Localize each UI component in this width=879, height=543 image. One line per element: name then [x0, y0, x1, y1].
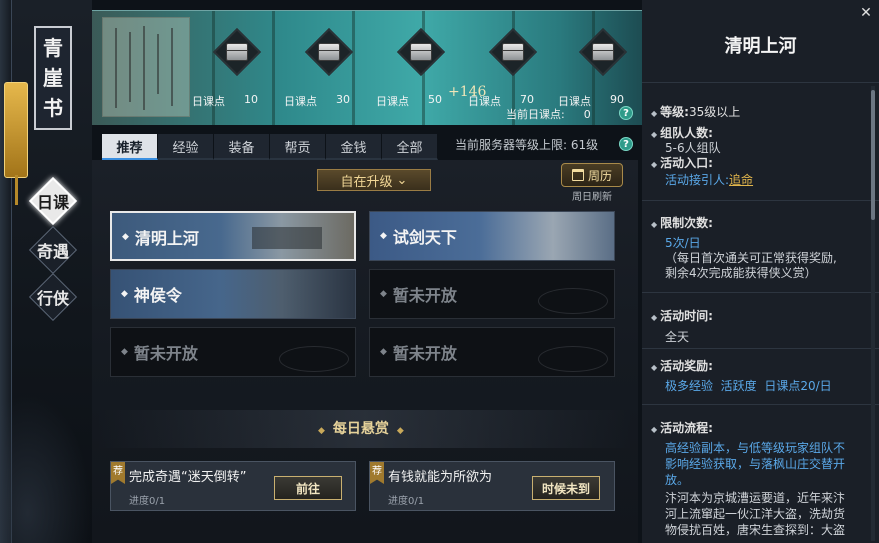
cloud-pattern [538, 288, 608, 314]
detail-flow-line: 汴河本为京城漕运要道，近年来汴 [665, 491, 846, 505]
chest-icon [318, 43, 340, 61]
activity-card[interactable]: ◆ 神侯令 [110, 269, 356, 319]
detail-title: 清明上河 [724, 36, 797, 57]
bullet-icon: ◆ [651, 220, 658, 229]
activity-card-locked: ◆ 暂未开放 [369, 327, 615, 377]
tab-all[interactable]: 全部 [382, 134, 438, 160]
mist-decoration [0, 393, 92, 543]
tab-guild-contribution[interactable]: 帮贡 [270, 134, 326, 160]
close-icon[interactable]: ✕ [858, 5, 874, 21]
calligraphy-scroll [102, 17, 190, 117]
chest-icon [502, 43, 524, 61]
detail-entry: 活动接引人:追命 [665, 173, 754, 187]
side-tab-encounter[interactable]: 奇遇 [28, 225, 78, 275]
milestone-chest[interactable]: 日课点 50 [376, 27, 466, 114]
help-icon[interactable]: ? [619, 137, 633, 151]
bullet-icon: ◆ [651, 425, 658, 434]
activity-card[interactable]: ◆ 试剑天下 [369, 211, 615, 261]
refresh-note: 周日刷新 [572, 192, 612, 203]
detail-limit-note: 剩余4次完成能获得侠义赏） [665, 266, 817, 280]
diamond-bullet-icon: ◆ [121, 347, 128, 357]
goto-button[interactable]: 前往 [274, 476, 342, 500]
milestone-chest[interactable]: 日课点 90 [558, 27, 642, 114]
detail-flow-line: 高经验副本，与低等级玩家组队不 [665, 441, 846, 455]
book-title: 青 崖 书 [34, 26, 72, 130]
bounty-title: ◆ 每日悬赏 ◆ [318, 421, 404, 437]
tab-money[interactable]: 金钱 [326, 134, 382, 160]
detail-flow-label: ◆ 活动流程: [651, 421, 713, 435]
bounty-item: 荐 有钱就能为所欲为 进度0/1 时候未到 [369, 461, 615, 511]
calendar-icon [571, 169, 584, 181]
cloud-pattern [538, 346, 608, 372]
detail-flow-line: 河上流窜起一伙江洋大盗，洗劫货 [665, 507, 846, 521]
ship-illustration [252, 227, 322, 249]
milestone-chest[interactable]: 日课点 70 [468, 27, 558, 114]
tab-experience[interactable]: 经验 [158, 134, 214, 160]
divider [642, 200, 879, 201]
side-tab-daily[interactable]: 日课 [28, 176, 78, 226]
not-yet-button[interactable]: 时候未到 [532, 476, 600, 500]
diamond-bullet-icon: ◆ [380, 347, 387, 357]
divider [642, 82, 879, 83]
activity-card-locked: ◆ 暂未开放 [110, 327, 356, 377]
cloud-pattern [279, 346, 349, 372]
recommend-tag: 荐 [370, 462, 384, 484]
chevron-down-icon: ⌄ [396, 172, 408, 188]
bullet-icon: ◆ [651, 363, 658, 372]
detail-time-value: 全天 [665, 330, 690, 344]
chest-icon [592, 43, 614, 61]
activity-card-locked: ◆ 暂未开放 [369, 269, 615, 319]
current-points: 当前日课点: 0 [506, 108, 591, 121]
detail-flow-line: 放。 [665, 473, 690, 487]
weekly-calendar-button[interactable]: 周历 [561, 163, 623, 187]
tab-equipment[interactable]: 装备 [214, 134, 270, 160]
recommend-tag: 荐 [111, 462, 125, 484]
npc-link[interactable]: 追命 [729, 173, 753, 187]
bullet-icon: ◆ [651, 109, 658, 118]
server-level-cap: 当前服务器等级上限: 61级 [455, 138, 599, 152]
detail-flow-line: 物侵扰百姓，唐宋生查探到：大盗 [665, 523, 846, 537]
divider [642, 404, 879, 405]
diamond-ornament-icon: ◆ [318, 426, 325, 436]
chest-icon [410, 43, 432, 61]
diamond-bullet-icon: ◆ [122, 232, 129, 242]
detail-flow-line: 影响经验获取，与落枫山庄交替开 [665, 457, 846, 471]
detail-reward-label: ◆ 活动奖励: [651, 359, 713, 373]
divider [642, 348, 879, 349]
diamond-bullet-icon: ◆ [380, 289, 387, 299]
detail-rewards: 极多经验 活跃度 日课点20/日 [665, 379, 832, 393]
tassel-ornament [4, 82, 28, 205]
diamond-bullet-icon: ◆ [121, 289, 128, 299]
detail-level: ◆ 等级:35级以上 [651, 105, 741, 119]
filter-dropdown[interactable]: 自在升级 ⌄ [317, 169, 431, 191]
tab-recommend[interactable]: 推荐 [102, 134, 158, 160]
detail-entry-label: ◆ 活动入口: [651, 156, 713, 170]
help-icon[interactable]: ? [619, 106, 633, 120]
bounty-item: 荐 完成奇遇“迷天倒转” 进度0/1 前往 [110, 461, 356, 511]
scrollbar-thumb[interactable] [871, 90, 875, 220]
bonus-points: +146 [448, 84, 487, 100]
diamond-ornament-icon: ◆ [396, 426, 404, 436]
detail-limit-label: ◆ 限制次数: [651, 216, 713, 230]
category-tabs: 推荐 经验 装备 帮贡 金钱 全部 [102, 134, 438, 160]
divider [642, 292, 879, 293]
chest-icon [226, 43, 248, 61]
side-tab-chivalry[interactable]: 行侠 [28, 272, 78, 322]
detail-time-label: ◆ 活动时间: [651, 309, 713, 323]
bullet-icon: ◆ [651, 160, 658, 169]
milestone-chest[interactable]: 日课点 30 [284, 27, 374, 114]
bullet-icon: ◆ [651, 130, 658, 139]
activity-card[interactable]: ◆ 清明上河 [110, 211, 356, 261]
diamond-bullet-icon: ◆ [380, 231, 387, 241]
bullet-icon: ◆ [651, 313, 658, 322]
milestone-chest[interactable]: 日课点 10 [192, 27, 282, 114]
